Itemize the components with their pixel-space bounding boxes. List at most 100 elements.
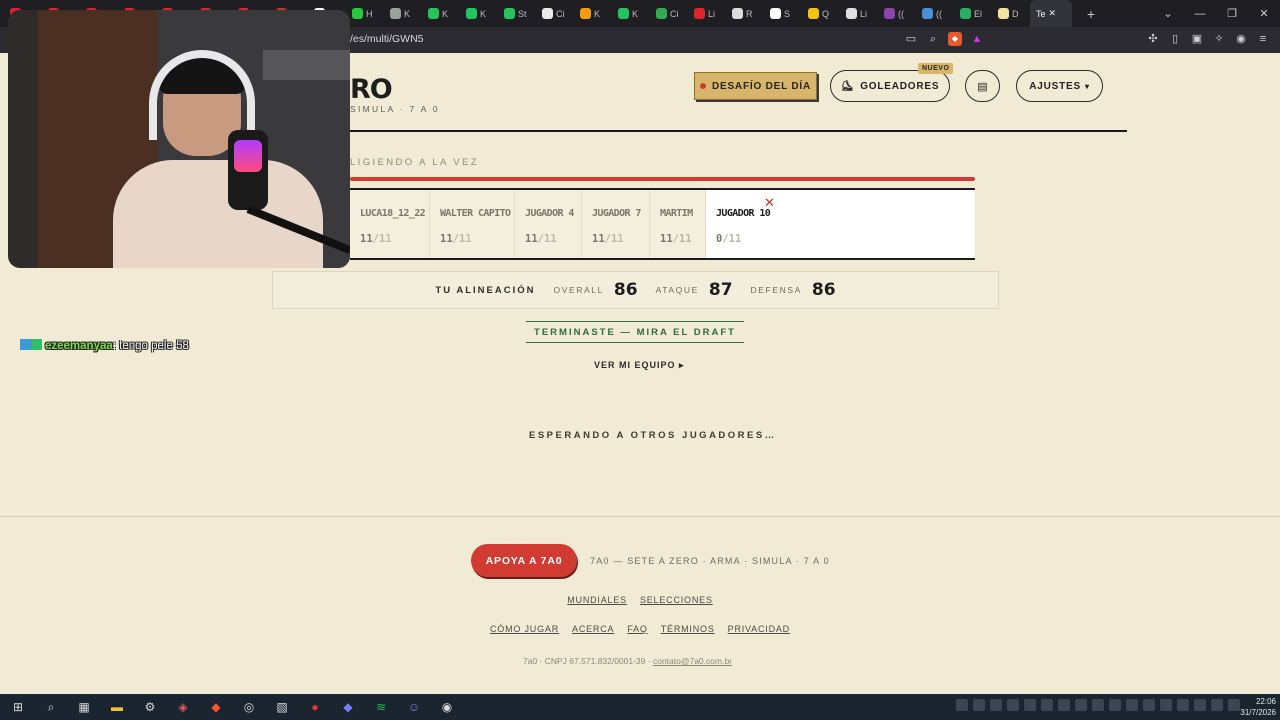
tray-app-icon[interactable]	[1041, 699, 1053, 711]
total-count: /11	[372, 233, 392, 245]
footer-link-selecciones[interactable]: SELECCIONES	[640, 595, 713, 605]
browser-tab[interactable]: K	[460, 0, 498, 27]
leo-ai-icon[interactable]: ✧	[1212, 32, 1226, 46]
app-icon[interactable]: ◈	[173, 699, 193, 715]
browser-tab[interactable]: Ci	[536, 0, 574, 27]
tray-app-icon[interactable]	[1075, 699, 1087, 711]
cast-icon[interactable]: ▭	[904, 32, 918, 46]
badge-icon	[20, 339, 31, 350]
vpn-icon[interactable]: ◉	[1234, 32, 1248, 46]
browser-tab[interactable]: Ci	[650, 0, 688, 27]
support-button[interactable]: APOYA A 7A0	[471, 544, 577, 577]
search-icon[interactable]: ⌕	[41, 699, 61, 715]
tray-app-icon[interactable]	[973, 699, 985, 711]
brave-browser-icon[interactable]: ◆	[206, 699, 226, 715]
browser-tab[interactable]: El	[954, 0, 992, 27]
zoom-icon[interactable]: ⌕	[926, 32, 940, 46]
browser-tab[interactable]: ((	[916, 0, 954, 27]
brave-shield-icon[interactable]: ◆	[948, 32, 962, 46]
browser-tab[interactable]: K	[384, 0, 422, 27]
browser-tab[interactable]: D	[992, 0, 1030, 27]
restore-button[interactable]: ❐	[1216, 7, 1248, 20]
site-tagline: SIMULA · 7 A 0	[350, 104, 440, 114]
tray-app-icon[interactable]	[1109, 699, 1121, 711]
browser-tab[interactable]: K	[574, 0, 612, 27]
browser-tab[interactable]: Li	[688, 0, 726, 27]
tray-app-icon[interactable]	[1092, 699, 1104, 711]
footer-link-faq[interactable]: FAQ	[627, 624, 647, 634]
tab-favicon-icon	[504, 8, 515, 19]
settings-gear-icon[interactable]: ⚙	[140, 699, 160, 715]
footer-link-about[interactable]: ACERCA	[572, 624, 614, 634]
daily-challenge-button[interactable]: DESAFÍO DEL DÍA	[694, 72, 817, 100]
new-tab-button[interactable]: +	[1078, 6, 1104, 22]
tray-app-icon[interactable]	[1007, 699, 1019, 711]
folder-icon[interactable]: ▬	[107, 699, 127, 715]
tray-app-icon[interactable]	[1058, 699, 1070, 711]
view-draft-button[interactable]: TERMINASTE — MIRA EL DRAFT	[526, 321, 744, 343]
minimize-button[interactable]: —	[1184, 8, 1216, 20]
system-clock[interactable]: 22:06 31/7/2026	[1240, 696, 1276, 718]
browser-tab[interactable]: Q	[802, 0, 840, 27]
view-team-link[interactable]: VER MI EQUIPO ▸	[594, 360, 685, 371]
tray-app-icon[interactable]	[1228, 699, 1240, 711]
settings-button[interactable]: AJUSTES ▾	[1016, 70, 1103, 102]
tray-app-icon[interactable]	[1177, 699, 1189, 711]
tray-app-icon[interactable]	[990, 699, 1002, 711]
discord-icon[interactable]: ☺	[404, 699, 424, 715]
tray-app-icon[interactable]	[956, 699, 968, 711]
close-window-button[interactable]: ✕	[1248, 7, 1280, 20]
extensions-icon[interactable]: ✣	[1146, 32, 1160, 46]
steam-icon[interactable]: ◉	[437, 699, 457, 715]
footer-link-privacy[interactable]: PRIVACIDAD	[728, 624, 790, 634]
brave-rewards-icon[interactable]: ▲	[970, 32, 984, 46]
tab-search-icon[interactable]: ⌄	[1152, 7, 1184, 20]
picked-count: 11	[440, 233, 453, 245]
tray-app-icon[interactable]	[1211, 699, 1223, 711]
tray-app-icon[interactable]	[1194, 699, 1206, 711]
scorers-button[interactable]: ⛸ GOLEADORES	[830, 70, 950, 102]
notes-icon[interactable]: ▧	[272, 699, 292, 715]
tab-active[interactable]: Te ✕	[1030, 0, 1072, 27]
tab-favicon-icon	[390, 8, 401, 19]
browser-tab[interactable]: K	[422, 0, 460, 27]
cards-button[interactable]: ▤	[965, 70, 1000, 102]
player-pick-count: 11/11	[660, 233, 705, 245]
url-field[interactable]: /es/multi/GWN5	[350, 33, 424, 45]
player-name: JUGADOR 4	[525, 208, 574, 219]
footer-link-mundiales[interactable]: MUNDIALES	[567, 595, 627, 605]
record-icon[interactable]: ●	[305, 699, 325, 715]
browser-tab[interactable]: Li	[840, 0, 878, 27]
browser-tab[interactable]: R	[726, 0, 764, 27]
browser-tab[interactable]: St	[498, 0, 536, 27]
browser-tab[interactable]: H	[346, 0, 384, 27]
site-logo[interactable]: RO	[350, 74, 393, 105]
spotify-icon[interactable]: ≋	[371, 699, 391, 715]
tray-app-icon[interactable]	[1160, 699, 1172, 711]
tab-favicon-icon	[884, 8, 895, 19]
menu-icon[interactable]: ≡	[1256, 32, 1270, 46]
wallet-icon[interactable]: ▣	[1190, 32, 1204, 46]
tray-app-icon[interactable]	[1126, 699, 1138, 711]
tray-app-icon[interactable]	[1143, 699, 1155, 711]
start-icon[interactable]: ⊞	[8, 699, 28, 715]
sidebar-icon[interactable]: ▯	[1168, 32, 1182, 46]
tab-favicon-icon	[846, 8, 857, 19]
store-icon[interactable]: ▦	[74, 699, 94, 715]
browser-tab[interactable]: S	[764, 0, 802, 27]
player-slot: LUCA18_12_22 11/11	[350, 190, 430, 258]
footer-link-how-to-play[interactable]: CÓMO JUGAR	[490, 624, 559, 634]
contact-email-link[interactable]: contato@7a0.com.br	[653, 656, 732, 666]
settings-label: AJUSTES	[1029, 80, 1081, 92]
player-pick-count: 0/11	[716, 233, 975, 245]
app-diamond-icon[interactable]: ◆	[338, 699, 358, 715]
tray-app-icon[interactable]	[1024, 699, 1036, 711]
player-pick-count: 11/11	[525, 233, 581, 245]
close-tab-icon[interactable]: ✕	[1049, 8, 1057, 19]
browser-tab[interactable]: ((	[878, 0, 916, 27]
tab-favicon-icon	[770, 8, 781, 19]
footer-links-row-1: MUNDIALES SELECCIONES	[0, 595, 1280, 605]
footer-link-terms[interactable]: TÉRMINOS	[661, 624, 715, 634]
browser-tab[interactable]: K	[612, 0, 650, 27]
obs-icon[interactable]: ◎	[239, 699, 259, 715]
